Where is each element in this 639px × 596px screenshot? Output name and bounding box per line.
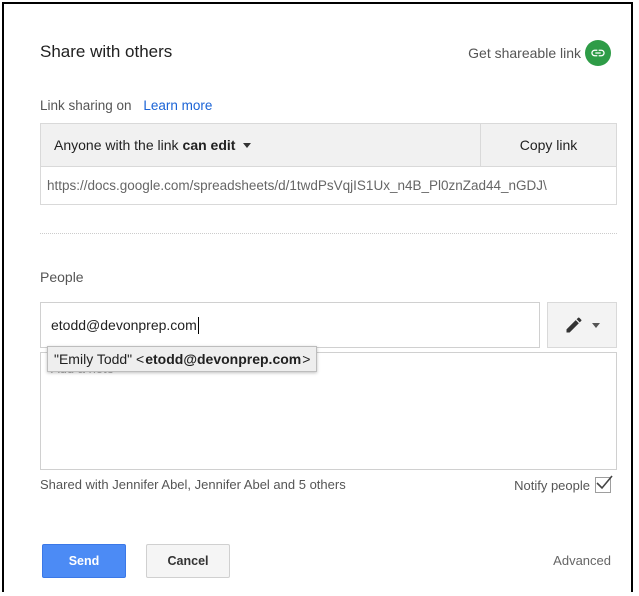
- notify-people: Notify people: [514, 475, 613, 493]
- link-icon[interactable]: [585, 40, 611, 66]
- checkmark-icon: [596, 475, 613, 490]
- link-sharing-status: Link sharing on Learn more: [40, 98, 212, 113]
- link-sharing-label: Link sharing on: [40, 98, 132, 113]
- learn-more-link[interactable]: Learn more: [143, 98, 212, 113]
- cancel-button[interactable]: Cancel: [146, 544, 230, 578]
- chevron-down-icon: [243, 142, 252, 148]
- get-shareable-link-label: Get shareable link: [468, 45, 581, 61]
- people-input-value: etodd@devonprep.com: [51, 317, 197, 333]
- autocomplete-suggestion[interactable]: "Emily Todd" < etodd@devonprep.com >: [47, 346, 318, 372]
- section-divider: [40, 233, 617, 234]
- suggestion-suffix: >: [302, 351, 311, 367]
- send-button[interactable]: Send: [42, 544, 126, 578]
- get-shareable-link-button[interactable]: Get shareable link: [468, 40, 611, 66]
- link-access-row: Anyone with the link can edit Copy link: [40, 123, 617, 167]
- suggestion-name: "Emily Todd" <: [54, 351, 145, 367]
- permission-dropdown-button[interactable]: [547, 302, 617, 348]
- link-icon-glyph: [591, 49, 605, 57]
- notify-people-label: Notify people: [514, 477, 590, 493]
- chevron-down-icon: [592, 322, 600, 328]
- suggestion-email: etodd@devonprep.com: [145, 351, 302, 367]
- share-dialog: Share with others Get shareable link Lin…: [2, 2, 633, 592]
- link-access-dropdown[interactable]: Anyone with the link can edit: [41, 124, 480, 166]
- shared-with-text: Shared with Jennifer Abel, Jennifer Abel…: [40, 477, 346, 492]
- dialog-title: Share with others: [40, 42, 173, 61]
- notify-people-checkbox[interactable]: [595, 475, 613, 493]
- advanced-link[interactable]: Advanced: [553, 553, 611, 568]
- access-prefix: Anyone with the link: [54, 137, 179, 153]
- copy-link-button[interactable]: Copy link: [480, 124, 616, 166]
- access-level: can edit: [182, 137, 236, 153]
- pencil-icon: [566, 317, 582, 333]
- share-url-field[interactable]: https://docs.google.com/spreadsheets/d/1…: [40, 166, 617, 205]
- text-cursor: [197, 316, 199, 334]
- people-label: People: [40, 269, 84, 285]
- people-input[interactable]: etodd@devonprep.com: [40, 302, 540, 348]
